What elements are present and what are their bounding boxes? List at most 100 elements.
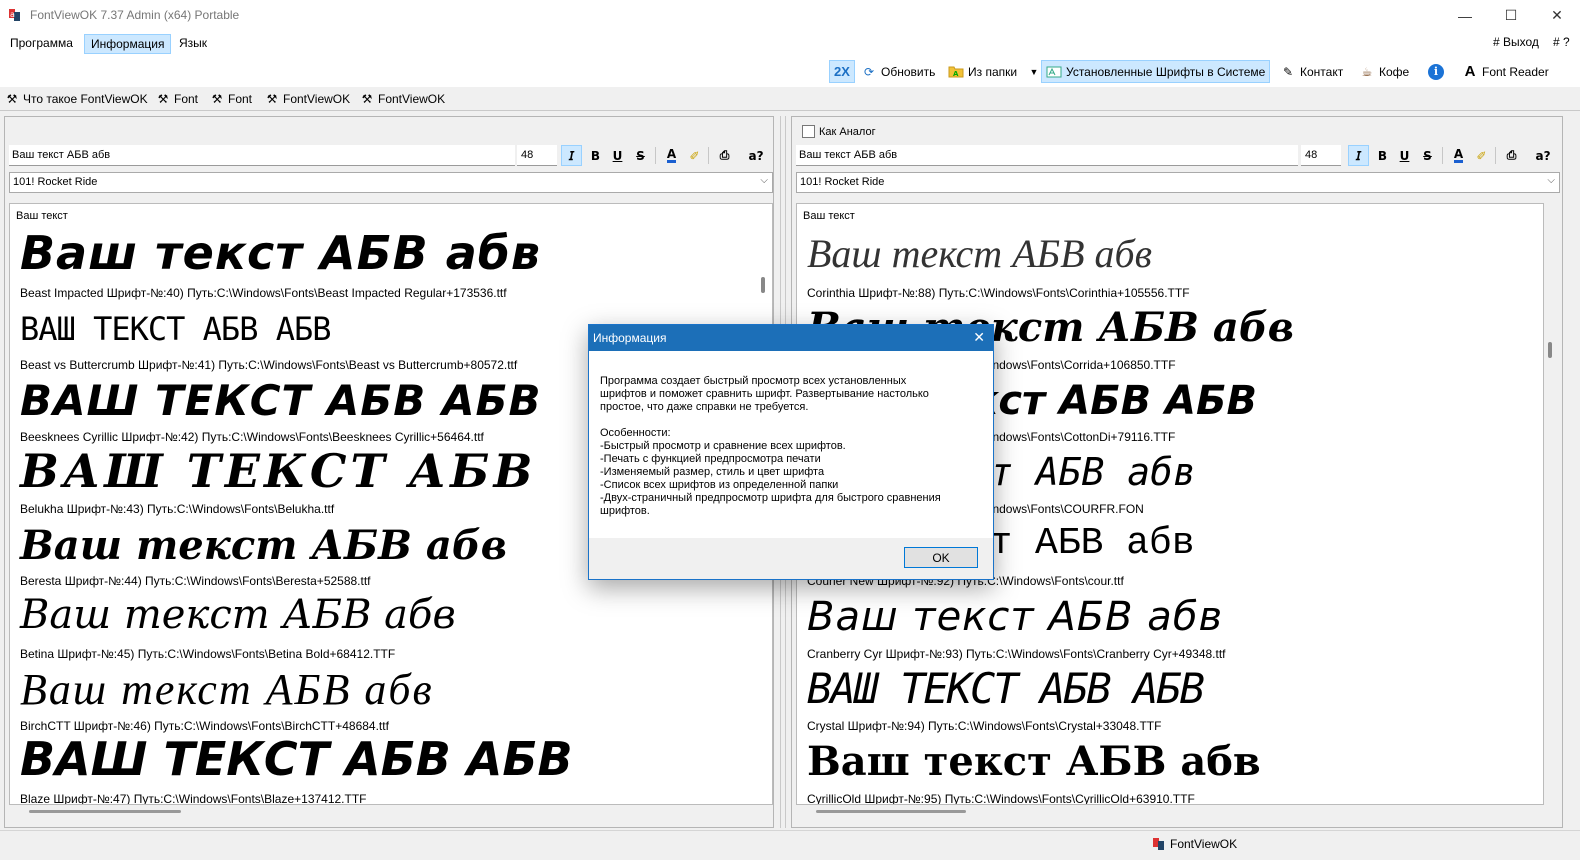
right-sample-text-input[interactable] (796, 145, 1298, 166)
font-reader-label: Font Reader (1482, 64, 1549, 79)
history-item[interactable]: ⚒ FontViewOK (359, 90, 446, 108)
strikethrough-icon: S (636, 148, 645, 163)
right-horizontal-scrollbar[interactable] (816, 810, 966, 813)
right-font-select[interactable]: 101! Rocket Ride ⌵ (796, 172, 1560, 193)
case-toggle-icon: a? (1535, 148, 1551, 163)
status-app-label: FontViewOK (1152, 837, 1237, 851)
from-folder-button[interactable]: A Из папки (944, 60, 1021, 83)
dialog-message: Программа создает быстрый просмотр всех … (600, 375, 941, 517)
as-analog-checkbox[interactable] (802, 125, 815, 138)
left-vertical-scrollbar[interactable] (761, 277, 765, 293)
coffee-button[interactable]: ☕ Кофе (1355, 60, 1413, 83)
left-print-button[interactable]: ⎙ (714, 145, 735, 166)
right-strikethrough-button[interactable]: S (1417, 145, 1438, 166)
refresh-button[interactable]: ⟳ Обновить (857, 60, 939, 83)
dialog-footer: OK (589, 538, 993, 579)
history-item[interactable]: ⚒ Что такое FontViewOK (4, 90, 148, 108)
right-print-button[interactable]: ⎙ (1501, 145, 1522, 166)
title-bar: a FontViewOK 7.37 Admin (x64) Portable —… (0, 0, 1580, 31)
history-item-label: Font (228, 92, 253, 106)
svg-text:a: a (10, 10, 15, 19)
right-italic-button[interactable]: 𝘐 (1348, 145, 1369, 166)
right-vertical-scrollbar[interactable] (1548, 342, 1552, 358)
info-dialog: Информация ✕ Программа создает быстрый п… (588, 324, 994, 580)
font-sample: Ваш текст АБВ абв (20, 522, 507, 569)
info-button[interactable]: i (1424, 60, 1448, 83)
minimize-button[interactable]: — (1442, 0, 1488, 31)
edit-note-icon: ✎ (1282, 64, 1294, 79)
dialog-title: Информация (593, 331, 667, 345)
app-logo-icon: a (9, 9, 20, 21)
installed-fonts-label: Установленные Шрифты в Системе (1066, 64, 1266, 79)
info-icon: i (1428, 63, 1444, 80)
menu-language[interactable]: Язык (173, 34, 213, 54)
font-sample: ВАШ ТЕКСТ АБВ АБВ (20, 310, 332, 348)
font-caption: Beast Impacted Шрифт-№:40) Путь:C:\Windo… (20, 286, 507, 300)
history-item[interactable]: ⚒ Font (209, 90, 252, 108)
font-caption: Beresta Шрифт-№:44) Путь:C:\Windows\Font… (20, 574, 371, 588)
help-link[interactable]: # ? (1553, 35, 1570, 49)
left-horizontal-scrollbar[interactable] (29, 810, 181, 813)
app-logo-icon (1153, 838, 1164, 850)
coffee-label: Кофе (1379, 64, 1410, 79)
left-sample-text-input[interactable] (9, 145, 515, 166)
left-text-color-button[interactable]: A (661, 145, 682, 166)
font-tool-icon: ⚒ (211, 92, 223, 106)
font-sample: ВАШ ТЕКСТ АБВ АБВ (807, 664, 1205, 713)
dialog-title-bar: Информация ✕ (589, 325, 993, 351)
right-bold-button[interactable]: B (1372, 145, 1393, 166)
left-font-select[interactable]: 101! Rocket Ride ⌵ (9, 172, 773, 193)
history-bar: ⚒ Что такое FontViewOK ⚒ Font ⚒ Font ⚒ F… (0, 87, 1580, 111)
font-caption: Beesknees Cyrillic Шрифт-№:42) Путь:C:\W… (20, 430, 484, 444)
right-font-size-input[interactable] (1301, 145, 1341, 166)
font-caption: Cranberry Cyr Шрифт-№:93) Путь:C:\Window… (807, 647, 1226, 661)
status-app-name: FontViewOK (1170, 837, 1238, 851)
status-bar: FontViewOK (0, 830, 1580, 860)
history-item[interactable]: ⚒ Font (155, 90, 198, 108)
history-item[interactable]: ⚒ FontViewOK (264, 90, 351, 108)
folder-icon: A (948, 64, 964, 80)
as-analog-checkbox-row[interactable]: Как Аналог (802, 125, 876, 138)
left-strikethrough-button[interactable]: S (630, 145, 651, 166)
history-item-label: FontViewOK (283, 92, 351, 106)
font-caption: Vindows\Fonts\CottonDi+79116.TTF (982, 430, 1176, 444)
contact-button[interactable]: ✎ Контакт (1276, 60, 1347, 83)
menu-program[interactable]: Программа (4, 34, 79, 54)
dialog-close-button[interactable]: ✕ (973, 329, 985, 346)
zoom-2x-button[interactable]: 2X (829, 60, 855, 83)
left-highlight-button[interactable]: ✐ (684, 145, 705, 166)
refresh-label: Обновить (881, 64, 936, 79)
font-tool-icon: ⚒ (266, 92, 278, 106)
right-case-button[interactable]: a? (1531, 145, 1555, 166)
close-window-button[interactable]: ✕ (1534, 0, 1580, 31)
left-italic-button[interactable]: 𝘐 (561, 145, 582, 166)
installed-fonts-button[interactable]: Установленные Шрифты в Системе (1041, 60, 1271, 83)
right-underline-button[interactable]: U (1394, 145, 1415, 166)
font-reader-button[interactable]: A Font Reader (1458, 60, 1553, 83)
toolbar-separator (708, 147, 709, 164)
font-caption: Vindows\Fonts\Corrida+106850.TTF (982, 358, 1176, 372)
text-color-icon: A (1453, 147, 1464, 163)
left-font-size-input[interactable] (517, 145, 557, 166)
contact-label: Контакт (1300, 64, 1344, 79)
history-item-label: Что такое FontViewOK (23, 92, 148, 106)
right-highlight-button[interactable]: ✐ (1471, 145, 1492, 166)
maximize-button[interactable]: ☐ (1488, 0, 1534, 31)
left-underline-button[interactable]: U (607, 145, 628, 166)
left-bold-button[interactable]: B (585, 145, 606, 166)
font-caption: Blaze Шрифт-№:47) Путь:C:\Windows\Fonts\… (20, 792, 367, 805)
ok-button[interactable]: OK (904, 547, 978, 568)
italic-icon: 𝘐 (1355, 148, 1362, 163)
chevron-down-icon: ⌵ (1547, 175, 1555, 186)
left-case-button[interactable]: a? (744, 145, 768, 166)
exit-link[interactable]: # Выход (1493, 35, 1539, 49)
underline-icon: U (612, 148, 623, 163)
toolbar-separator (655, 147, 656, 164)
strikethrough-icon: S (1423, 148, 1432, 163)
close-icon: ✕ (973, 329, 985, 345)
font-sample: Ваш текст АБВ абв (807, 738, 1261, 785)
menu-information[interactable]: Информация (84, 34, 172, 54)
main-toolbar: 2X ⟳ Обновить A Из папки ▼ Установленные… (0, 56, 1580, 87)
highlighter-icon: ✐ (689, 148, 700, 163)
right-text-color-button[interactable]: A (1448, 145, 1469, 166)
